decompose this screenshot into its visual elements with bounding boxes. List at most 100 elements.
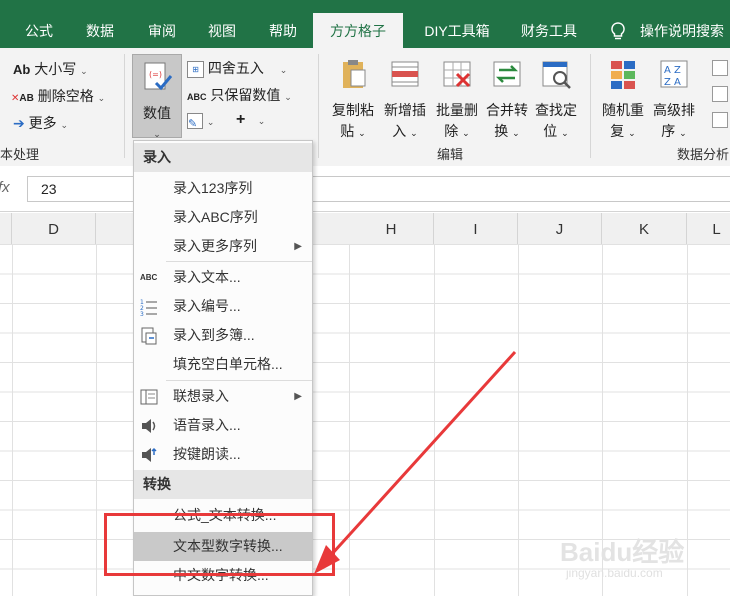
edit-small-button[interactable]: ✎ ⌄ — [187, 112, 215, 130]
tab-help[interactable]: 帮助 — [260, 0, 306, 48]
column-header[interactable] — [96, 213, 136, 244]
speaker-key-icon — [140, 446, 158, 464]
more-button[interactable]: ➔ 更多 ⌄ — [13, 113, 68, 133]
insert-label-1: 新增插 — [384, 102, 426, 118]
menu-divider — [166, 380, 312, 381]
random-repeat-label-2: 复 — [610, 123, 625, 139]
insert-label-2: 入 — [392, 123, 407, 139]
keep-values-label: 只保留数值 — [210, 87, 281, 103]
keep-values-button[interactable]: ABC 只保留数值 ⌄ — [187, 85, 292, 105]
menu-section-input: 录入 — [134, 143, 312, 172]
gridline — [687, 244, 688, 596]
search-tell-me[interactable]: 操作说明搜索 — [640, 0, 730, 48]
value-button[interactable]: (=) 数值 ⌄ — [132, 54, 182, 139]
batch-delete-button[interactable]: 批量删 除 ⌄ — [432, 58, 482, 144]
case-label: 大小写 — [34, 61, 77, 77]
tab-data[interactable]: 数据 — [78, 0, 122, 48]
menu-item-associative-input[interactable]: 联想录入 ▶ — [134, 382, 312, 411]
remove-space-button[interactable]: ✕AB 删除空格 ⌄ — [11, 86, 105, 106]
tab-review[interactable]: 审阅 — [140, 0, 184, 48]
random-repeat-button[interactable]: 随机重 复 ⌄ — [598, 58, 648, 144]
svg-text:A Z: A Z — [664, 65, 681, 76]
menu-item-input-more-series[interactable]: 录入更多序列 ▶ — [134, 232, 312, 261]
random-grid-icon — [611, 61, 635, 89]
menu-section-convert: 转换 — [134, 470, 312, 499]
chevron-down-icon: ⌄ — [358, 128, 366, 138]
annotation-arrow — [314, 350, 517, 574]
value-icon: (=) — [144, 62, 173, 91]
remove-space-label: 删除空格 — [37, 88, 94, 104]
column-header[interactable] — [0, 213, 12, 244]
numbered-list-icon: 123 — [140, 298, 158, 318]
copy-paste-label-1: 复制粘 — [332, 102, 374, 118]
column-header-h[interactable]: H — [349, 213, 434, 244]
tab-fangfang[interactable]: 方方格子 — [313, 13, 403, 48]
insert-button[interactable]: 新增插 入 ⌄ — [380, 58, 430, 144]
chevron-down-icon: ⌄ — [410, 128, 418, 138]
find-icon — [542, 61, 571, 89]
column-header-j[interactable]: J — [518, 213, 602, 244]
chevron-down-icon: ⌄ — [60, 120, 69, 130]
column-header-i[interactable]: I — [434, 213, 518, 244]
tab-view[interactable]: 视图 — [200, 0, 244, 48]
remove-space-icon: ✕AB — [11, 93, 34, 104]
column-header-l[interactable]: L — [687, 213, 730, 244]
merge-convert-button[interactable]: 合并转 换 ⌄ — [482, 58, 532, 144]
menu-item-input-text[interactable]: ABC 录入文本... — [134, 263, 312, 292]
menu-item-voice-input[interactable]: 语音录入... — [134, 411, 312, 440]
chevron-down-icon: ⌄ — [284, 92, 292, 102]
chevron-down-icon: ⌄ — [561, 128, 569, 138]
edit-pen-icon: ✎ — [187, 113, 203, 130]
chevron-down-icon: ⌄ — [97, 93, 106, 103]
ribbon-panel: Ab 大小写 ⌄ ✕AB 删除空格 ⌄ ➔ 更多 ⌄ 本处理 (=) 数值 ⌄ … — [0, 48, 730, 167]
menu-item-fill-blank-cells[interactable]: 填充空白单元格... — [134, 350, 312, 379]
menu-item-input-multi-book[interactable]: 录入到多簿... — [134, 321, 312, 350]
find-locate-label-1: 查找定 — [535, 102, 577, 118]
lightbulb-icon[interactable] — [606, 0, 630, 48]
menu-item-input-123[interactable]: 录入123序列 — [134, 174, 312, 203]
column-header-k[interactable]: K — [602, 213, 687, 244]
analysis-small-icon[interactable] — [712, 60, 728, 76]
chevron-down-icon: ⌄ — [206, 117, 215, 127]
menu-item-input-abc[interactable]: 录入ABC序列 — [134, 203, 312, 232]
merge-icon — [493, 61, 521, 87]
advanced-sort-button[interactable]: A ZZ A 高级排 序 ⌄ — [649, 58, 699, 144]
round-button[interactable]: ⊞ 四舍五入 ⌄ — [187, 58, 287, 78]
more-label: 更多 — [28, 115, 57, 131]
group-separator — [124, 54, 125, 158]
tab-diy-toolbox[interactable]: DIY工具箱 — [412, 0, 502, 48]
chevron-down-icon: ⌄ — [628, 128, 636, 138]
fx-icon[interactable]: fx — [0, 179, 10, 196]
chevron-down-icon: ⌄ — [257, 116, 266, 126]
analysis-small-icon[interactable] — [712, 112, 728, 128]
svg-text:3: 3 — [140, 311, 144, 316]
chevron-down-icon: ⌄ — [512, 128, 520, 138]
tab-formulas[interactable]: 公式 — [18, 0, 60, 48]
plus-icon: + — [236, 111, 246, 128]
copy-paste-label-2: 贴 — [340, 123, 355, 139]
gridline — [96, 244, 97, 596]
advanced-sort-label-1: 高级排 — [653, 102, 695, 118]
advanced-sort-label-2: 序 — [661, 123, 676, 139]
case-button[interactable]: Ab 大小写 ⌄ — [13, 59, 88, 79]
multi-book-icon — [140, 327, 158, 345]
menu-item-key-read-aloud[interactable]: 按键朗读... — [134, 440, 312, 469]
plus-button[interactable]: + ⌄ — [236, 111, 265, 129]
clipboard-icon — [343, 60, 366, 88]
menu-item-input-number[interactable]: 123 录入编号... — [134, 292, 312, 321]
arrow-right-icon: ➔ — [13, 115, 25, 131]
column-header-d[interactable]: D — [12, 213, 96, 244]
submenu-arrow-icon: ▶ — [294, 241, 302, 252]
find-locate-button[interactable]: 查找定 位 ⌄ — [531, 58, 581, 144]
value-button-label: 数值 — [143, 105, 171, 121]
tab-finance-tools[interactable]: 财务工具 — [510, 0, 588, 48]
abc-icon: ABC — [187, 92, 207, 102]
analysis-small-icon[interactable] — [712, 86, 728, 102]
speaker-icon — [140, 417, 158, 435]
formula-value: 23 — [41, 181, 57, 197]
menu-divider — [166, 261, 312, 262]
baidu-watermark: Baidu经验 — [560, 537, 685, 567]
analysis-group-label: 数据分析 — [677, 147, 730, 162]
copy-paste-button[interactable]: 复制粘 贴 ⌄ — [328, 58, 378, 144]
merge-convert-label-2: 换 — [494, 123, 509, 139]
